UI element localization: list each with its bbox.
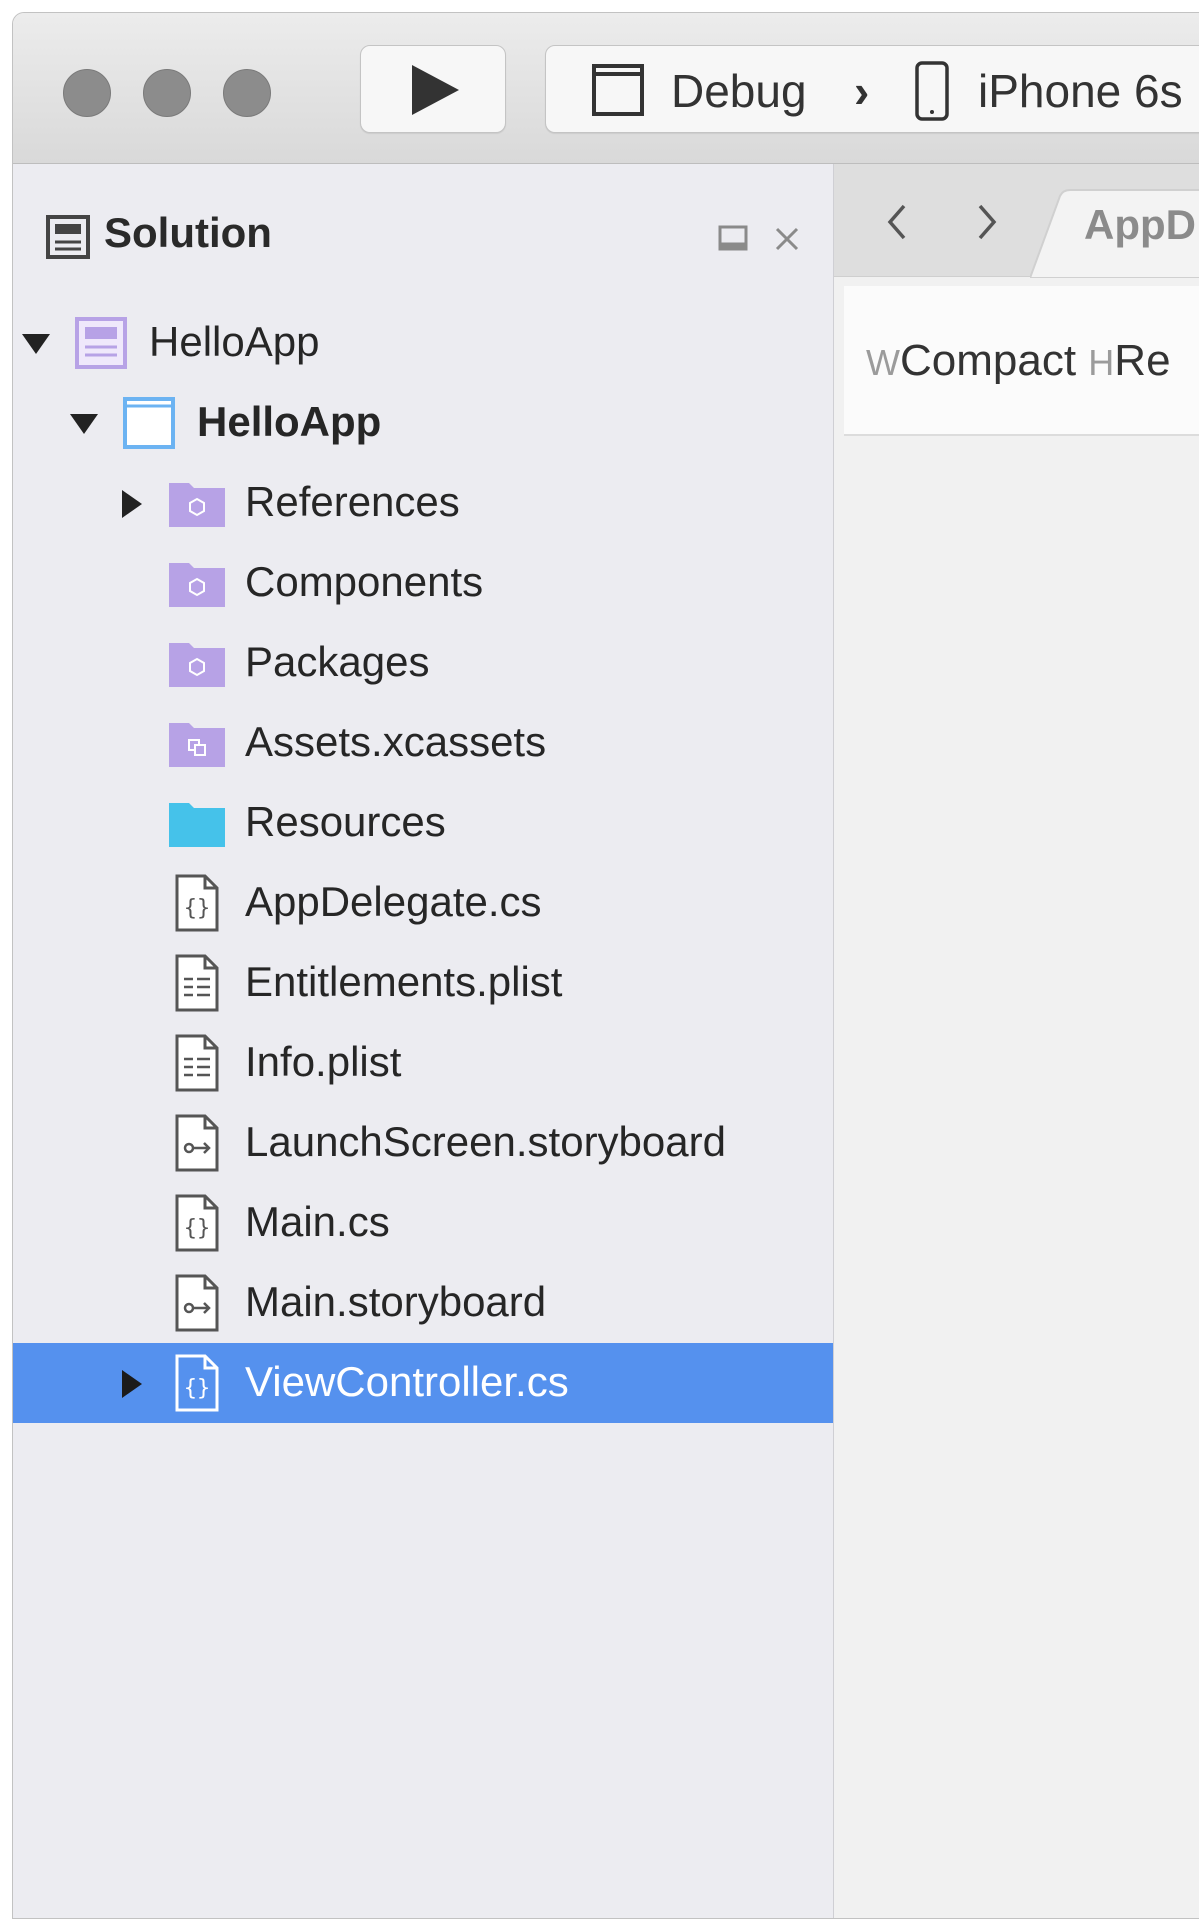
csharp-file-icon: {} bbox=[175, 1354, 219, 1412]
document-tab[interactable]: AppD bbox=[1084, 200, 1196, 250]
iphone-icon bbox=[915, 61, 949, 121]
tree-item-label: HelloApp bbox=[197, 398, 382, 445]
width-value: Compact bbox=[899, 336, 1077, 385]
packages-folder-icon bbox=[169, 643, 225, 687]
tree-row-info-plist[interactable]: Info.plist bbox=[13, 1023, 833, 1103]
references-folder-icon bbox=[169, 483, 225, 527]
tree-row-references[interactable]: References bbox=[13, 463, 833, 543]
close-pad-icon[interactable] bbox=[770, 222, 804, 256]
breadcrumb-separator: › bbox=[854, 65, 870, 117]
tree-item-label: References bbox=[245, 478, 460, 525]
storyboard-file-icon bbox=[175, 1274, 219, 1332]
height-value: Re bbox=[1114, 336, 1171, 385]
height-prefix: H bbox=[1088, 342, 1115, 383]
run-button[interactable] bbox=[360, 45, 506, 133]
tree-row-viewcontroller[interactable]: {} ViewController.cs bbox=[13, 1343, 833, 1423]
plist-file-icon bbox=[175, 954, 219, 1012]
tree-item-label: HelloApp bbox=[149, 318, 320, 365]
csharp-file-icon: {} bbox=[175, 1194, 219, 1252]
play-icon bbox=[412, 65, 459, 115]
svg-text:{}: {} bbox=[184, 1376, 211, 1401]
collapsed-triangle-icon[interactable] bbox=[113, 1367, 147, 1401]
maximize-pad-icon[interactable] bbox=[717, 222, 751, 256]
svg-text:{}: {} bbox=[184, 896, 211, 921]
ide-window: Debug › iPhone 6s Solution HelloApp Hell… bbox=[12, 12, 1199, 1919]
size-class-bar: WCompact HRe bbox=[844, 286, 1199, 436]
configuration-icon bbox=[592, 64, 644, 116]
expanded-triangle-icon[interactable] bbox=[19, 327, 53, 361]
tree-row-assets[interactable]: Assets.xcassets bbox=[13, 703, 833, 783]
tree-item-label: Main.cs bbox=[245, 1198, 390, 1245]
solution-icon bbox=[75, 317, 127, 369]
toolbar: Debug › iPhone 6s bbox=[13, 13, 1199, 164]
tree-row-entitlements[interactable]: Entitlements.plist bbox=[13, 943, 833, 1023]
components-folder-icon bbox=[169, 563, 225, 607]
tree-row-main-storyboard[interactable]: Main.storyboard bbox=[13, 1263, 833, 1343]
csharp-file-icon: {} bbox=[175, 874, 219, 932]
tree-item-label: Entitlements.plist bbox=[245, 958, 563, 1005]
width-prefix: W bbox=[866, 342, 900, 383]
tree-row-components[interactable]: Components bbox=[13, 543, 833, 623]
back-nav-icon[interactable] bbox=[878, 198, 918, 246]
tree-row-appdelegate[interactable]: {} AppDelegate.cs bbox=[13, 863, 833, 943]
tree-item-label: Packages bbox=[245, 638, 430, 685]
tree-item-label: ViewController.cs bbox=[245, 1358, 569, 1405]
editor-area: AppD WCompact HRe bbox=[834, 164, 1199, 1918]
tree-row-packages[interactable]: Packages bbox=[13, 623, 833, 703]
close-window-button[interactable] bbox=[63, 69, 111, 117]
plist-file-icon bbox=[175, 1034, 219, 1092]
configuration-label: Debug bbox=[671, 65, 807, 117]
pad-title: Solution bbox=[104, 209, 272, 256]
resources-folder-icon bbox=[169, 803, 225, 847]
document-tab-bar: AppD bbox=[834, 164, 1199, 278]
tree-item-label: Resources bbox=[245, 798, 446, 845]
forward-nav-icon[interactable] bbox=[966, 198, 1006, 246]
tree-item-label: Assets.xcassets bbox=[245, 718, 547, 765]
collapsed-triangle-icon[interactable] bbox=[113, 487, 147, 521]
zoom-window-button[interactable] bbox=[223, 69, 271, 117]
svg-text:{}: {} bbox=[184, 1216, 211, 1241]
tree-item-label: Info.plist bbox=[245, 1038, 402, 1085]
scheme-selector[interactable]: Debug › iPhone 6s bbox=[545, 45, 1199, 133]
tree-item-label: Main.storyboard bbox=[245, 1278, 547, 1325]
asset-catalog-folder-icon bbox=[169, 723, 225, 767]
tree-row-main-cs[interactable]: {} Main.cs bbox=[13, 1183, 833, 1263]
device-label: iPhone 6s bbox=[978, 65, 1183, 117]
solution-pad: Solution HelloApp HelloApp References Co… bbox=[13, 164, 834, 1918]
tree-row-solution[interactable]: HelloApp bbox=[13, 303, 833, 383]
expanded-triangle-icon[interactable] bbox=[67, 407, 101, 441]
size-class-selector[interactable]: WCompact HRe bbox=[866, 336, 1171, 388]
tree-row-resources[interactable]: Resources bbox=[13, 783, 833, 863]
tree-item-label: AppDelegate.cs bbox=[245, 878, 542, 925]
ios-project-icon bbox=[123, 397, 175, 449]
storyboard-file-icon bbox=[175, 1114, 219, 1172]
tree-item-label: LaunchScreen.storyboard bbox=[245, 1118, 726, 1165]
tree-row-project[interactable]: HelloApp bbox=[13, 383, 833, 463]
tree-row-launchscreen[interactable]: LaunchScreen.storyboard bbox=[13, 1103, 833, 1183]
minimize-window-button[interactable] bbox=[143, 69, 191, 117]
tree-item-label: Components bbox=[245, 558, 484, 605]
solution-pad-icon bbox=[46, 215, 90, 259]
